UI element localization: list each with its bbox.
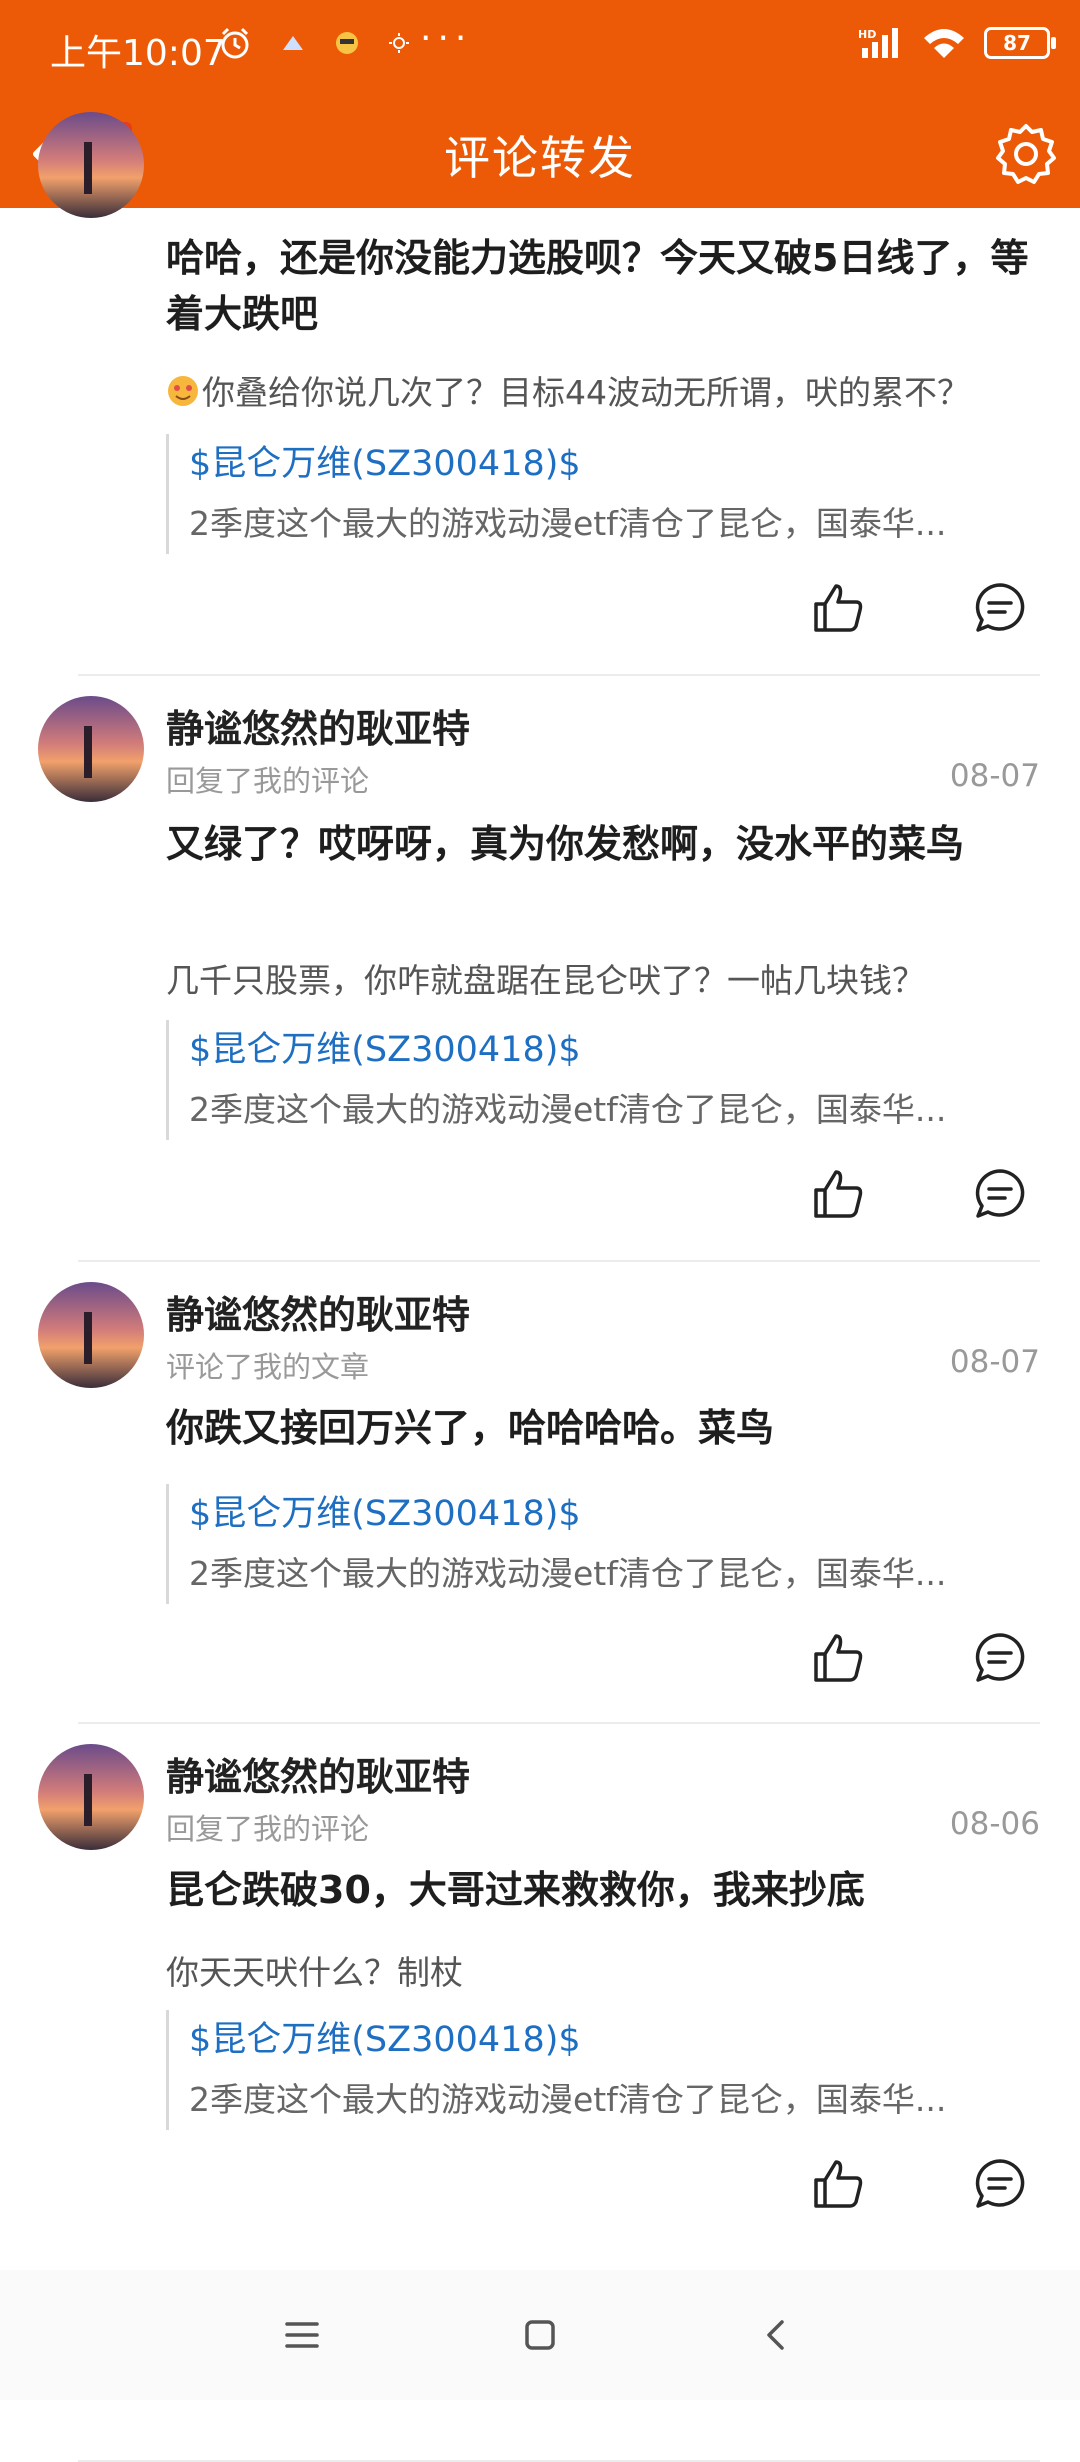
quoted-stock-link[interactable]: $昆仑万维(SZ300418)$: [189, 2010, 1040, 2070]
quoted-post[interactable]: $昆仑万维(SZ300418)$ 2季度这个最大的游戏动漫etf清仓了昆仑，国泰…: [166, 2010, 1040, 2130]
quoted-post[interactable]: $昆仑万维(SZ300418)$ 2季度这个最大的游戏动漫etf清仓了昆仑，国泰…: [166, 1020, 1040, 1140]
comment-text: 昆仑跌破30，大哥过来救救你，我来抄底: [166, 1868, 865, 1912]
status-system-icons: HD 87: [858, 26, 1056, 60]
action-label: 回复了我的评论: [166, 764, 370, 798]
divider: [78, 1260, 1040, 1262]
battery-indicator: 87: [984, 27, 1056, 59]
reply-button[interactable]: [972, 1630, 1028, 1686]
date-label: 08-07: [949, 758, 1040, 794]
action-label: 回复了我的评论: [166, 1812, 370, 1846]
action-label: 评论了我的文章: [166, 1350, 370, 1384]
back-icon[interactable]: [752, 2310, 802, 2360]
quoted-post[interactable]: $昆仑万维(SZ300418)$ 2季度这个最大的游戏动漫etf清仓了昆仑，国泰…: [166, 1484, 1040, 1604]
reply-text: 几千只股票，你咋就盘踞在昆仑吠了？一帖几块钱？: [166, 961, 925, 1000]
divider: [78, 674, 1040, 676]
comment-text: 又绿了？哎呀呀，真为你发愁啊，没水平的菜鸟: [166, 822, 965, 866]
reply-button[interactable]: [972, 1166, 1028, 1222]
home-icon[interactable]: [515, 2310, 565, 2360]
settings-button[interactable]: [994, 122, 1058, 186]
emoji-notification-icon: [336, 32, 358, 54]
reply-button[interactable]: [972, 2156, 1028, 2212]
avatar[interactable]: [38, 112, 144, 218]
username[interactable]: 静谧悠然的耿亚特: [166, 1284, 470, 1339]
divider: [78, 1722, 1040, 1724]
avatar[interactable]: [38, 1744, 144, 1850]
avatar[interactable]: [38, 696, 144, 802]
app-notification-icon: [283, 36, 303, 50]
avatar[interactable]: [38, 1282, 144, 1388]
status-bar: 上午10:07 ··· HD 87: [0, 0, 1080, 100]
signal-icon: HD: [858, 28, 898, 58]
menu-icon[interactable]: [277, 2310, 327, 2360]
alarm-icon: [221, 27, 249, 59]
quoted-stock-link[interactable]: $昆仑万维(SZ300418)$: [189, 434, 1040, 494]
comment-text: 你跌又接回万兴了，哈哈哈哈。菜鸟: [166, 1406, 775, 1450]
quoted-stock-link[interactable]: $昆仑万维(SZ300418)$: [189, 1484, 1040, 1544]
quoted-post-text: 2季度这个最大的游戏动漫etf清仓了昆仑，国泰华...: [189, 2080, 947, 2119]
quoted-stock-link[interactable]: $昆仑万维(SZ300418)$: [189, 1020, 1040, 1080]
like-button[interactable]: [810, 2156, 866, 2212]
date-label: 08-07: [949, 1344, 1040, 1380]
title-bar: 东方 财富 评论转发: [0, 100, 1080, 208]
quoted-post-text: 2季度这个最大的游戏动漫etf清仓了昆仑，国泰华...: [189, 1090, 947, 1129]
date-label: 08-06: [949, 1806, 1040, 1842]
reply-button[interactable]: [972, 580, 1028, 636]
sun-icon: [389, 33, 409, 53]
quoted-post-text: 2季度这个最大的游戏动漫etf清仓了昆仑，国泰华...: [189, 504, 947, 543]
status-notification-icons: [218, 26, 410, 60]
more-notifications-icon: ···: [420, 18, 473, 59]
like-button[interactable]: [810, 580, 866, 636]
reply-text: 你叠给你说几次了？目标44波动无所谓，吠的累不？: [166, 366, 1046, 414]
comment-text: 哈哈，还是你没能力选股呗？今天又破5日线了，等着大跌吧: [166, 236, 1029, 336]
reply-text: 你天天吠什么？制杖: [166, 1953, 463, 1992]
status-time: 上午10:07: [50, 33, 226, 74]
quoted-post-text: 2季度这个最大的游戏动漫etf清仓了昆仑，国泰华...: [189, 1554, 947, 1593]
reply-text-content: 你叠给你说几次了？目标44波动无所谓，吠的累不？: [202, 373, 970, 412]
username[interactable]: 静谧悠然的耿亚特: [166, 1746, 470, 1801]
wifi-icon: [924, 29, 964, 58]
quoted-post[interactable]: $昆仑万维(SZ300418)$ 2季度这个最大的游戏动漫etf清仓了昆仑，国泰…: [166, 434, 1040, 554]
username[interactable]: 静谧悠然的耿亚特: [166, 698, 470, 753]
like-button[interactable]: [810, 1166, 866, 1222]
page-title: 评论转发: [444, 131, 636, 185]
like-button[interactable]: [810, 1630, 866, 1686]
network-label: HD: [858, 28, 876, 41]
smiley-emoji-icon: [168, 376, 198, 406]
system-nav-bar: [0, 2270, 1080, 2400]
